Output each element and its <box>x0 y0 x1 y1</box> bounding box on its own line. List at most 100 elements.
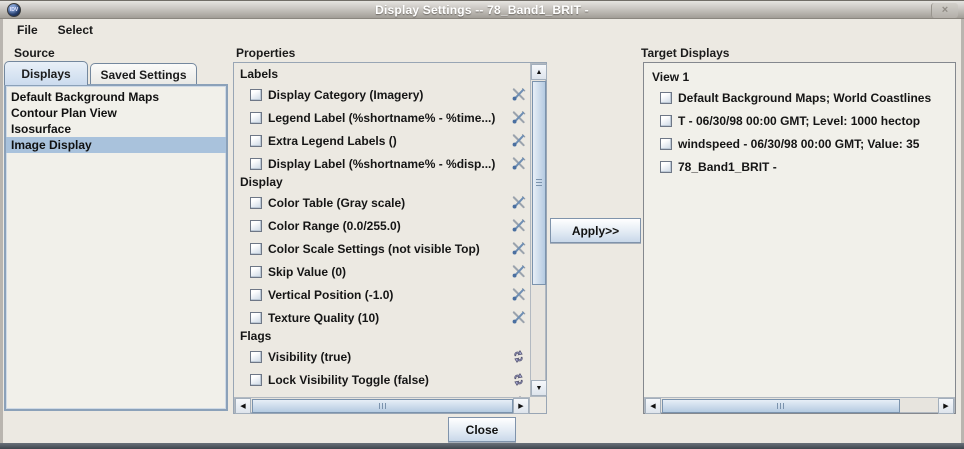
property-label: Visibility (true) <box>268 350 510 364</box>
properties-horizontal-scrollbar[interactable]: ◀ ▶ <box>234 397 530 413</box>
target-row[interactable]: 78_Band1_BRIT - <box>644 155 955 178</box>
checkbox[interactable] <box>660 115 672 127</box>
window-bottom-border[interactable] <box>0 443 964 449</box>
tab-displays[interactable]: Displays <box>4 61 88 85</box>
source-list: Default Background MapsContour Plan View… <box>4 84 228 411</box>
group-header: Flags <box>234 329 530 345</box>
property-label: Color Range (0.0/255.0) <box>268 219 510 233</box>
menu-select[interactable]: Select <box>55 21 96 39</box>
window-left-border <box>0 19 3 443</box>
scroll-up-button[interactable]: ▲ <box>531 64 547 80</box>
up-arrow-icon: ▲ <box>536 69 543 76</box>
checkbox[interactable] <box>660 138 672 150</box>
scroll-thumb[interactable] <box>252 399 513 413</box>
property-row[interactable]: Lock Visibility Toggle (false) <box>234 368 530 391</box>
thumb-grip-icon <box>777 403 785 409</box>
target-row[interactable]: windspeed - 06/30/98 00:00 GMT; Value: 3… <box>644 132 955 155</box>
property-label: Texture Quality (10) <box>268 311 510 325</box>
tools-icon[interactable] <box>510 310 527 325</box>
thumb-grip-icon <box>379 403 387 409</box>
scroll-left-button[interactable]: ◀ <box>645 398 661 414</box>
property-row[interactable]: Extra Legend Labels () <box>234 129 530 152</box>
source-section-label: Source <box>14 46 55 60</box>
target-displays-pane: View 1 Default Background Maps; World Co… <box>643 62 956 414</box>
checkbox[interactable] <box>660 92 672 104</box>
property-row[interactable]: Vertical Position (-1.0) <box>234 283 530 306</box>
property-row[interactable]: Skip Value (0) <box>234 260 530 283</box>
right-arrow-icon: ▶ <box>518 403 523 410</box>
property-row[interactable]: Color Scale Settings (not visible Top) <box>234 237 530 260</box>
left-arrow-icon: ◀ <box>240 403 245 410</box>
property-row[interactable]: Texture Quality (10) <box>234 306 530 329</box>
close-icon: × <box>942 4 948 16</box>
target-row[interactable]: T - 06/30/98 00:00 GMT; Level: 1000 hect… <box>644 109 955 132</box>
checkbox[interactable] <box>250 312 262 324</box>
window-titlebar[interactable]: IDV Display Settings -- 78_Band1_BRIT - … <box>0 0 964 19</box>
property-row[interactable]: Color Range (0.0/255.0) <box>234 214 530 237</box>
tools-icon[interactable] <box>510 264 527 279</box>
properties-vertical-scrollbar[interactable]: ▲ ▼ <box>530 63 546 397</box>
property-label: Vertical Position (-1.0) <box>268 288 510 302</box>
target-horizontal-scrollbar[interactable]: ◀ ▶ <box>644 397 955 413</box>
list-item[interactable]: Isosurface <box>6 121 226 137</box>
tools-icon[interactable] <box>510 218 527 233</box>
close-window-button[interactable]: × <box>931 3 958 18</box>
checkbox[interactable] <box>250 220 262 232</box>
tools-icon[interactable] <box>510 133 527 148</box>
scroll-down-button[interactable]: ▼ <box>531 380 547 396</box>
property-row[interactable]: Legend Label (%shortname% - %time...) <box>234 106 530 129</box>
scroll-thumb[interactable] <box>532 81 546 285</box>
close-button[interactable]: Close <box>448 417 516 442</box>
list-item[interactable]: Default Background Maps <box>6 89 226 105</box>
checkbox[interactable] <box>250 158 262 170</box>
tools-icon[interactable] <box>510 287 527 302</box>
property-row[interactable]: Color Table (Gray scale) <box>234 191 530 214</box>
scroll-thumb[interactable] <box>662 399 900 413</box>
property-row[interactable]: Display Label (%shortname% - %disp...) <box>234 152 530 175</box>
tools-icon[interactable] <box>510 241 527 256</box>
checkbox[interactable] <box>250 89 262 101</box>
tools-icon[interactable] <box>510 195 527 210</box>
checkbox[interactable] <box>660 161 672 173</box>
menubar: File Select <box>3 19 961 40</box>
property-label: Legend Label (%shortname% - %time...) <box>268 111 510 125</box>
tab-saved-settings[interactable]: Saved Settings <box>90 63 197 85</box>
properties-viewport: LabelsDisplay Category (Imagery) Legend L… <box>234 63 530 397</box>
property-row[interactable]: Visibility (true) <box>234 345 530 368</box>
apply-button-label: Apply>> <box>572 224 619 238</box>
checkbox[interactable] <box>250 112 262 124</box>
property-row[interactable]: Display Category (Imagery) <box>234 83 530 106</box>
target-row[interactable]: Default Background Maps; World Coastline… <box>644 86 955 109</box>
checkbox[interactable] <box>250 289 262 301</box>
close-button-label: Close <box>466 423 499 437</box>
property-label: Lock Visibility Toggle (false) <box>268 373 510 387</box>
target-row-label: windspeed - 06/30/98 00:00 GMT; Value: 3… <box>678 137 955 151</box>
display-settings-window: IDV Display Settings -- 78_Band1_BRIT - … <box>0 0 964 449</box>
scroll-right-button[interactable]: ▶ <box>938 398 954 414</box>
checkbox[interactable] <box>250 135 262 147</box>
tools-icon[interactable] <box>510 87 527 102</box>
tools-icon[interactable] <box>510 110 527 125</box>
property-label: Color Table (Gray scale) <box>268 196 510 210</box>
group-header: Display <box>234 175 530 191</box>
property-label: Color Scale Settings (not visible Top) <box>268 242 510 256</box>
scroll-left-button[interactable]: ◀ <box>235 398 251 414</box>
left-arrow-icon: ◀ <box>650 403 655 410</box>
checkbox[interactable] <box>250 243 262 255</box>
cycle-icon[interactable] <box>510 372 527 387</box>
checkbox[interactable] <box>250 266 262 278</box>
cycle-icon[interactable] <box>510 349 527 364</box>
scroll-right-button[interactable]: ▶ <box>513 398 529 414</box>
property-label: Extra Legend Labels () <box>268 134 510 148</box>
menu-file[interactable]: File <box>14 21 41 39</box>
group-header: Labels <box>234 67 530 83</box>
list-item[interactable]: Contour Plan View <box>6 105 226 121</box>
checkbox[interactable] <box>250 374 262 386</box>
checkbox[interactable] <box>250 197 262 209</box>
apply-button[interactable]: Apply>> <box>550 218 641 243</box>
list-item[interactable]: Image Display <box>6 137 226 153</box>
target-row-label: Default Background Maps; World Coastline… <box>678 91 955 105</box>
tools-icon[interactable] <box>510 156 527 171</box>
right-arrow-icon: ▶ <box>943 403 948 410</box>
checkbox[interactable] <box>250 351 262 363</box>
